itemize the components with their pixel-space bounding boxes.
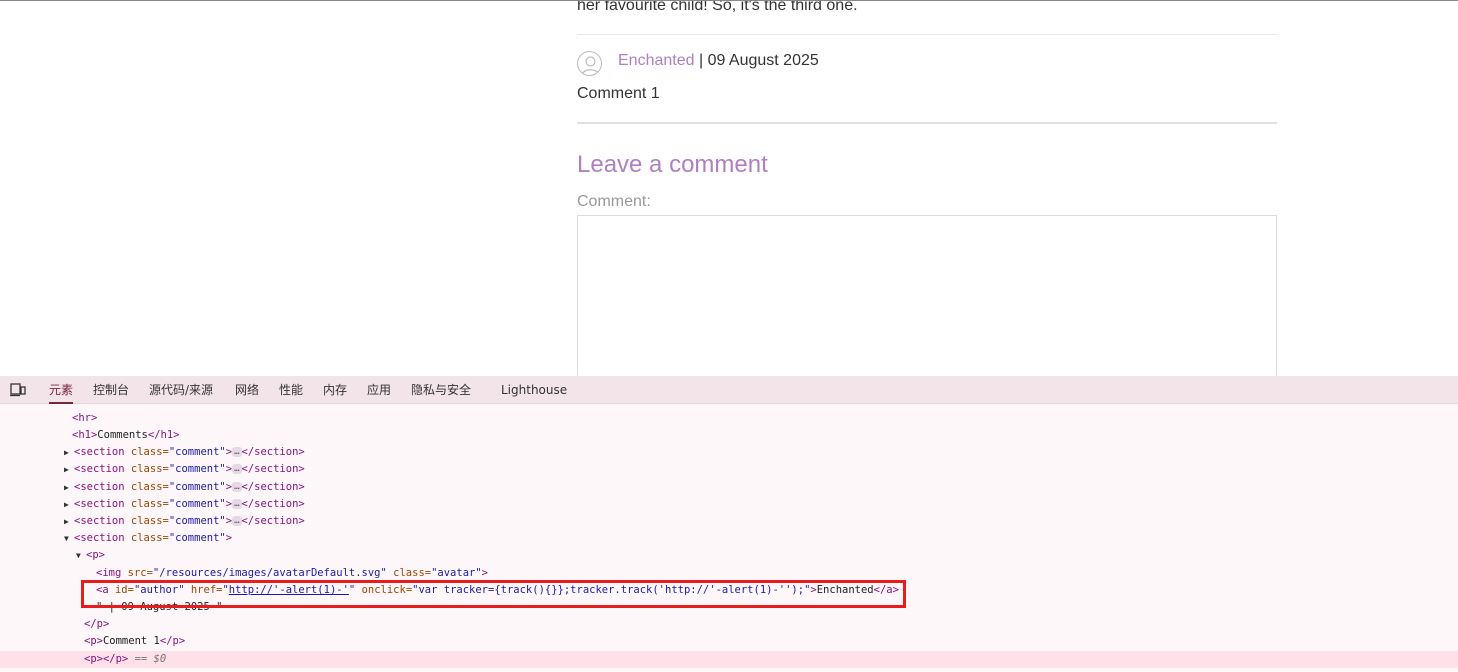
comment-label: Comment: xyxy=(577,193,651,210)
ellipsis-badge[interactable]: … xyxy=(232,464,242,474)
devtools-panel: 元素 控制台 源代码/来源 网络 性能 内存 应用 隐私与安全 Lighthou… xyxy=(0,376,1458,672)
comment-author-link[interactable]: Enchanted xyxy=(618,52,695,69)
tab-console[interactable]: 控制台 xyxy=(93,376,129,404)
dom-node-section[interactable]: ▶ <section class="comment">… </section> xyxy=(0,444,1458,461)
tab-elements[interactable]: 元素 xyxy=(49,376,74,404)
tab-application[interactable]: 应用 xyxy=(367,376,391,404)
tab-lighthouse[interactable]: Lighthouse xyxy=(501,376,567,404)
collapse-triangle-icon[interactable]: ▼ xyxy=(64,530,74,547)
tab-network[interactable]: 网络 xyxy=(235,376,259,404)
dom-node-p-expanded[interactable]: ▼ <p> xyxy=(0,547,1458,564)
dom-node-p-close[interactable]: </p> xyxy=(0,616,1458,633)
expand-triangle-icon[interactable]: ▶ xyxy=(64,496,74,513)
tab-privacy-security[interactable]: 隐私与安全 xyxy=(411,376,471,404)
dom-node-section[interactable]: ▶ <section class="comment">… </section> xyxy=(0,461,1458,478)
comment-body: Comment 1 xyxy=(577,85,660,102)
expand-triangle-icon[interactable]: ▶ xyxy=(64,513,74,530)
ellipsis-badge[interactable]: … xyxy=(232,447,242,457)
divider xyxy=(577,34,1277,35)
ellipsis-badge[interactable]: … xyxy=(232,482,242,492)
dom-node-h1[interactable]: <h1>Comments</h1> xyxy=(0,427,1458,444)
comment-textarea[interactable] xyxy=(577,215,1277,376)
comment-date: 09 August 2025 xyxy=(707,52,819,69)
comment-meta: Enchanted | 09 August 2025 xyxy=(618,52,819,70)
tab-memory[interactable]: 内存 xyxy=(323,376,347,404)
dom-node-section[interactable]: ▶ <section class="comment">… </section> xyxy=(0,496,1458,513)
expand-triangle-icon[interactable]: ▶ xyxy=(64,461,74,478)
expand-triangle-icon[interactable]: ▶ xyxy=(64,444,74,461)
dom-tree: <hr> <h1>Comments</h1> ▶ <section class="… xyxy=(0,404,1458,672)
tab-sources[interactable]: 源代码/来源 xyxy=(149,376,213,404)
devtools-toolbar: 元素 控制台 源代码/来源 网络 性能 内存 应用 隐私与安全 Lighthou… xyxy=(0,376,1458,404)
divider xyxy=(577,122,1277,124)
meta-separator: | xyxy=(694,52,708,69)
device-toggle-icon[interactable] xyxy=(10,383,26,397)
dom-node-p-selected[interactable]: <p></p> == $0 xyxy=(0,651,1458,668)
ellipsis-badge[interactable]: … xyxy=(232,516,242,526)
dom-node-section-expanded[interactable]: ▼ <section class="comment"> xyxy=(0,530,1458,547)
previous-comment-text: her favourite child! So, it's the third … xyxy=(577,0,858,14)
webpage: her favourite child! So, it's the third … xyxy=(0,0,1458,376)
expand-triangle-icon[interactable]: ▶ xyxy=(64,479,74,496)
annotation-highlight-box xyxy=(81,580,906,608)
dom-node-hr[interactable]: <hr> xyxy=(0,410,1458,427)
avatar-icon xyxy=(577,51,602,76)
leave-comment-heading: Leave a comment xyxy=(577,151,768,178)
dom-node-section[interactable]: ▶ <section class="comment">… </section> xyxy=(0,513,1458,530)
dom-node-section[interactable]: ▶ <section class="comment">… </section> xyxy=(0,479,1458,496)
collapse-triangle-icon[interactable]: ▼ xyxy=(76,547,86,564)
dom-node-p-comment[interactable]: <p>Comment 1</p> xyxy=(0,633,1458,650)
ellipsis-badge[interactable]: … xyxy=(232,499,242,509)
tab-performance[interactable]: 性能 xyxy=(279,376,303,404)
